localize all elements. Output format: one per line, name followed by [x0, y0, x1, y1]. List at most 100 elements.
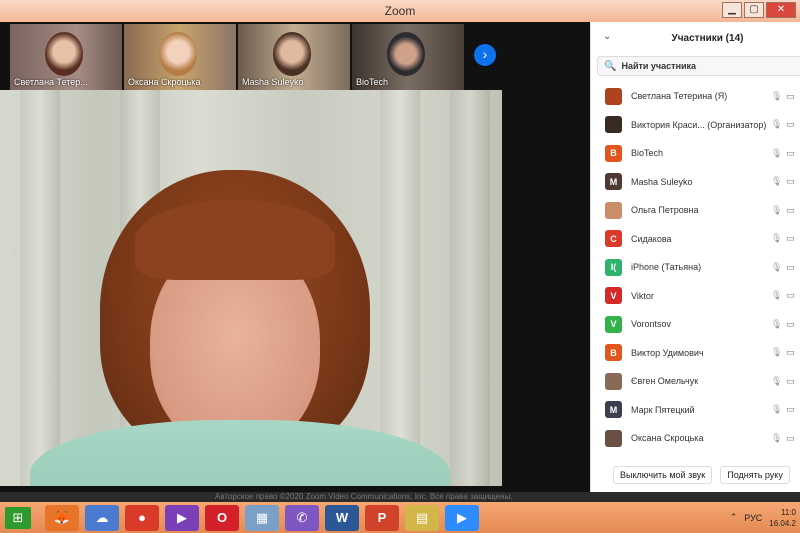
microphone-icon[interactable]: 🎙: [771, 433, 782, 444]
participant-name: Сидакова: [631, 233, 672, 244]
video-thumbnail[interactable]: Оксана Скроцька: [124, 24, 236, 90]
taskbar-app-icon[interactable]: ▶: [445, 504, 479, 531]
taskbar-app-icon[interactable]: ▤: [405, 504, 439, 531]
curtain-fold: [450, 90, 490, 486]
copyright-text: Авторское право ©2020 Zoom Video Communi…: [215, 492, 513, 501]
participant-list: Светлана Тетерина (Я) 🎙 ▭ Виктория Краси...…: [591, 82, 800, 453]
maximize-button[interactable]: ▢: [744, 2, 764, 18]
tray-expand-icon[interactable]: ⌃: [730, 512, 738, 523]
window-titlebar[interactable]: Zoom ▁ ▢ ✕: [0, 0, 800, 22]
participant-face: [159, 32, 197, 76]
participant-row[interactable]: Ольга Петровна 🎙 ▭: [591, 196, 800, 225]
window-title: Zoom: [384, 4, 416, 18]
window-controls: ▁ ▢ ✕: [722, 2, 796, 18]
microphone-icon[interactable]: 🎙: [771, 205, 782, 216]
microphone-icon[interactable]: 🎙: [771, 119, 782, 130]
clock-date: 16.04.2: [769, 518, 796, 528]
camera-icon[interactable]: ▭: [786, 290, 795, 301]
curtain-fold: [20, 90, 60, 486]
avatar: [605, 116, 622, 134]
camera-icon[interactable]: ▭: [786, 176, 795, 187]
raise-hand-button[interactable]: Поднять руку: [720, 466, 790, 484]
copyright-strip: Авторское право ©2020 Zoom Video Communi…: [0, 492, 800, 502]
taskbar-app-icon[interactable]: ●: [125, 504, 159, 531]
input-language[interactable]: РУС: [744, 513, 762, 523]
avatar: M: [605, 401, 622, 419]
participant-name: Светлана Тетерина (Я): [631, 91, 728, 102]
participant-row[interactable]: Виктория Краси... (Организатор) 🎙 ▭: [591, 111, 800, 140]
thumbnail-name: Оксана Скроцька: [128, 77, 201, 87]
microphone-icon[interactable]: 🎙: [771, 376, 782, 387]
microphone-icon[interactable]: 🎙: [771, 262, 782, 273]
participant-row[interactable]: B Виктор Удимович 🎙 ▭: [591, 339, 800, 368]
participant-row[interactable]: Оксана Скроцька 🎙 ▭: [591, 424, 800, 453]
microphone-icon[interactable]: 🎙: [771, 148, 782, 159]
microphone-icon[interactable]: 🎙: [771, 404, 782, 415]
taskbar-app-icon[interactable]: ▦: [245, 504, 279, 531]
microphone-icon[interactable]: 🎙: [771, 176, 782, 187]
participant-name: iPhone (Татьяна): [631, 262, 702, 273]
participant-row[interactable]: C Сидакова 🎙 ▭: [591, 225, 800, 254]
camera-icon[interactable]: ▭: [786, 91, 795, 102]
participant-row[interactable]: B BioTech 🎙 ▭: [591, 139, 800, 168]
participant-name: Виктория Краси... (Организатор): [631, 119, 767, 130]
camera-icon[interactable]: ▭: [786, 148, 795, 159]
participant-row[interactable]: M Марк Пятецкий 🎙 ▭: [591, 396, 800, 425]
camera-icon[interactable]: ▭: [786, 347, 795, 358]
clock[interactable]: 11:0 16.04.2: [769, 507, 796, 529]
taskbar-app-icon[interactable]: O: [205, 504, 239, 531]
video-stage: Светлана Тетер... Оксана Скроцька Masha …: [0, 22, 590, 492]
taskbar-app-icon[interactable]: ▶: [165, 504, 199, 531]
taskbar-app-icon[interactable]: W: [325, 504, 359, 531]
camera-icon[interactable]: ▭: [786, 262, 795, 273]
video-gap: [502, 90, 590, 486]
camera-icon[interactable]: ▭: [786, 376, 795, 387]
camera-icon[interactable]: ▭: [786, 433, 795, 444]
participant-row[interactable]: M Masha Suleyko 🎙 ▭: [591, 168, 800, 197]
participant-row[interactable]: Євген Омельчук 🎙 ▭: [591, 367, 800, 396]
start-button[interactable]: ⊞: [5, 506, 31, 529]
avatar: [605, 372, 622, 390]
microphone-icon[interactable]: 🎙: [771, 319, 782, 330]
chevron-down-icon[interactable]: ⌄: [603, 31, 611, 42]
microphone-icon[interactable]: 🎙: [771, 290, 782, 301]
video-thumbnail[interactable]: Masha Suleyko: [238, 24, 350, 90]
taskbar-app-icon[interactable]: 🦊: [45, 504, 79, 531]
participant-row[interactable]: I(iPhone (Татьяна) 🎙 ▭: [591, 253, 800, 282]
participant-name: BioTech: [631, 148, 664, 159]
microphone-icon[interactable]: 🎙: [771, 91, 782, 102]
camera-icon[interactable]: ▭: [786, 205, 795, 216]
taskbar-app-icon[interactable]: ☁: [85, 504, 119, 531]
video-thumbnail[interactable]: Светлана Тетер...: [10, 24, 122, 90]
close-button[interactable]: ✕: [766, 2, 796, 18]
mute-me-button[interactable]: Выключить мой звук: [613, 466, 713, 484]
clock-time: 11:0: [781, 507, 796, 517]
microphone-icon[interactable]: 🎙: [771, 347, 782, 358]
next-page-icon[interactable]: ›: [474, 44, 496, 66]
panel-header: ⌄ Участники (14): [591, 22, 800, 54]
minimize-button[interactable]: ▁: [722, 2, 742, 18]
active-speaker-video[interactable]: [0, 90, 502, 486]
video-thumbnail[interactable]: BioTech: [352, 24, 464, 90]
participant-search[interactable]: 🔍: [597, 56, 800, 76]
camera-icon[interactable]: ▭: [786, 119, 795, 130]
taskbar-app-icon[interactable]: ✆: [285, 504, 319, 531]
participant-row[interactable]: Светлана Тетерина (Я) 🎙 ▭: [591, 82, 800, 111]
participant-row[interactable]: V Viktor 🎙 ▭: [591, 282, 800, 311]
participant-name: Viktor: [631, 290, 654, 301]
taskbar-app-icon[interactable]: P: [365, 504, 399, 531]
avatar: V: [605, 287, 622, 305]
search-input[interactable]: [621, 61, 800, 71]
participant-row[interactable]: V Vorontsov 🎙 ▭: [591, 310, 800, 339]
taskbar: ⊞ 🦊 ☁ ● ▶ O ▦ ✆ W P ▤ ▶ ⌃ РУС 11:0 16.04.2: [0, 502, 800, 533]
thumbnail-name: BioTech: [356, 77, 389, 87]
camera-icon[interactable]: ▭: [786, 233, 795, 244]
taskbar-apps: 🦊 ☁ ● ▶ O ▦ ✆ W P ▤ ▶: [45, 504, 479, 531]
camera-icon[interactable]: ▭: [786, 319, 795, 330]
thumbnail-strip: Светлана Тетер... Оксана Скроцька Masha …: [10, 24, 464, 90]
participant-face: [45, 32, 83, 76]
microphone-icon[interactable]: 🎙: [771, 233, 782, 244]
curtain-fold: [380, 90, 420, 486]
system-tray: ⌃ РУС 11:0 16.04.2: [730, 502, 800, 533]
camera-icon[interactable]: ▭: [786, 404, 795, 415]
